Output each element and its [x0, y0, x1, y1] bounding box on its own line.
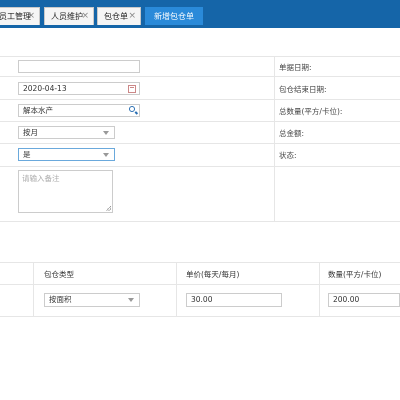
close-icon[interactable]: × — [128, 8, 136, 25]
chevron-down-icon — [103, 153, 109, 157]
unit-price-input[interactable]: 30.00 — [186, 293, 282, 307]
row-divider — [0, 99, 400, 100]
column-divider — [176, 262, 177, 316]
calendar-icon[interactable] — [128, 85, 136, 93]
tab-label: 新增包仓单 — [154, 12, 194, 21]
start-date-field[interactable]: 2020-04-13 — [18, 82, 140, 95]
tab-personnel-maintenance[interactable]: 人员维护 × — [44, 7, 94, 25]
table-top-border — [0, 262, 400, 263]
resize-handle-icon[interactable] — [106, 206, 111, 211]
row-divider — [0, 221, 400, 222]
tab-package-warehouse-order[interactable]: 包仓单 × — [97, 7, 141, 25]
end-date-label: 包仓结束日期: — [279, 85, 327, 94]
tab-new-package-warehouse-order[interactable]: 新增包仓单 — [145, 7, 203, 25]
type-select[interactable]: 按面积 — [44, 293, 140, 307]
search-icon[interactable] — [129, 106, 135, 112]
flag-select[interactable]: 是 — [18, 148, 115, 161]
flag-value: 是 — [23, 150, 31, 159]
total-qty-label: 总数量(平方/卡位): — [279, 107, 343, 116]
column-header-type: 包仓类型 — [44, 270, 74, 279]
tab-label: 人员维护 — [51, 12, 83, 21]
column-divider — [33, 262, 34, 316]
doc-date-label: 单据日期: — [279, 63, 312, 72]
row-divider — [0, 121, 400, 122]
store-search-field[interactable]: 解本水产 — [18, 104, 140, 117]
billing-mode-value: 按月 — [23, 128, 38, 137]
total-amount-label: 总金额: — [279, 129, 305, 138]
type-value: 按面积 — [49, 295, 72, 304]
close-icon[interactable]: × — [81, 8, 89, 25]
remark-placeholder: 请输入备注 — [22, 174, 60, 183]
column-header-qty: 数量(平方/卡位) — [328, 270, 382, 279]
table-bottom-border — [0, 316, 400, 317]
start-date-value: 2020-04-13 — [23, 84, 67, 93]
top-field[interactable] — [18, 60, 140, 73]
row-divider — [0, 143, 400, 144]
tab-bar: 员工管理 × 人员维护 × 包仓单 × 新增包仓单 — [0, 0, 400, 28]
chevron-down-icon — [128, 298, 134, 302]
chevron-down-icon — [103, 131, 109, 135]
qty-input[interactable]: 200.00 — [328, 293, 400, 307]
row-divider — [0, 166, 400, 167]
close-icon[interactable]: × — [27, 8, 35, 25]
table-header-border — [0, 284, 400, 285]
tab-label: 包仓单 — [104, 12, 128, 21]
column-header-unit-price: 单价(每天/每月) — [186, 270, 240, 279]
tab-label: 员工管理 — [0, 12, 31, 21]
column-divider — [319, 262, 320, 316]
row-divider — [0, 56, 400, 57]
column-divider — [274, 56, 275, 221]
billing-mode-select[interactable]: 按月 — [18, 126, 115, 139]
remark-textarea[interactable]: 请输入备注 — [18, 170, 113, 213]
store-value: 解本水产 — [23, 106, 53, 115]
tab-employee-management[interactable]: 员工管理 × — [0, 7, 40, 25]
row-divider — [0, 76, 400, 77]
status-label: 状态: — [279, 151, 297, 160]
